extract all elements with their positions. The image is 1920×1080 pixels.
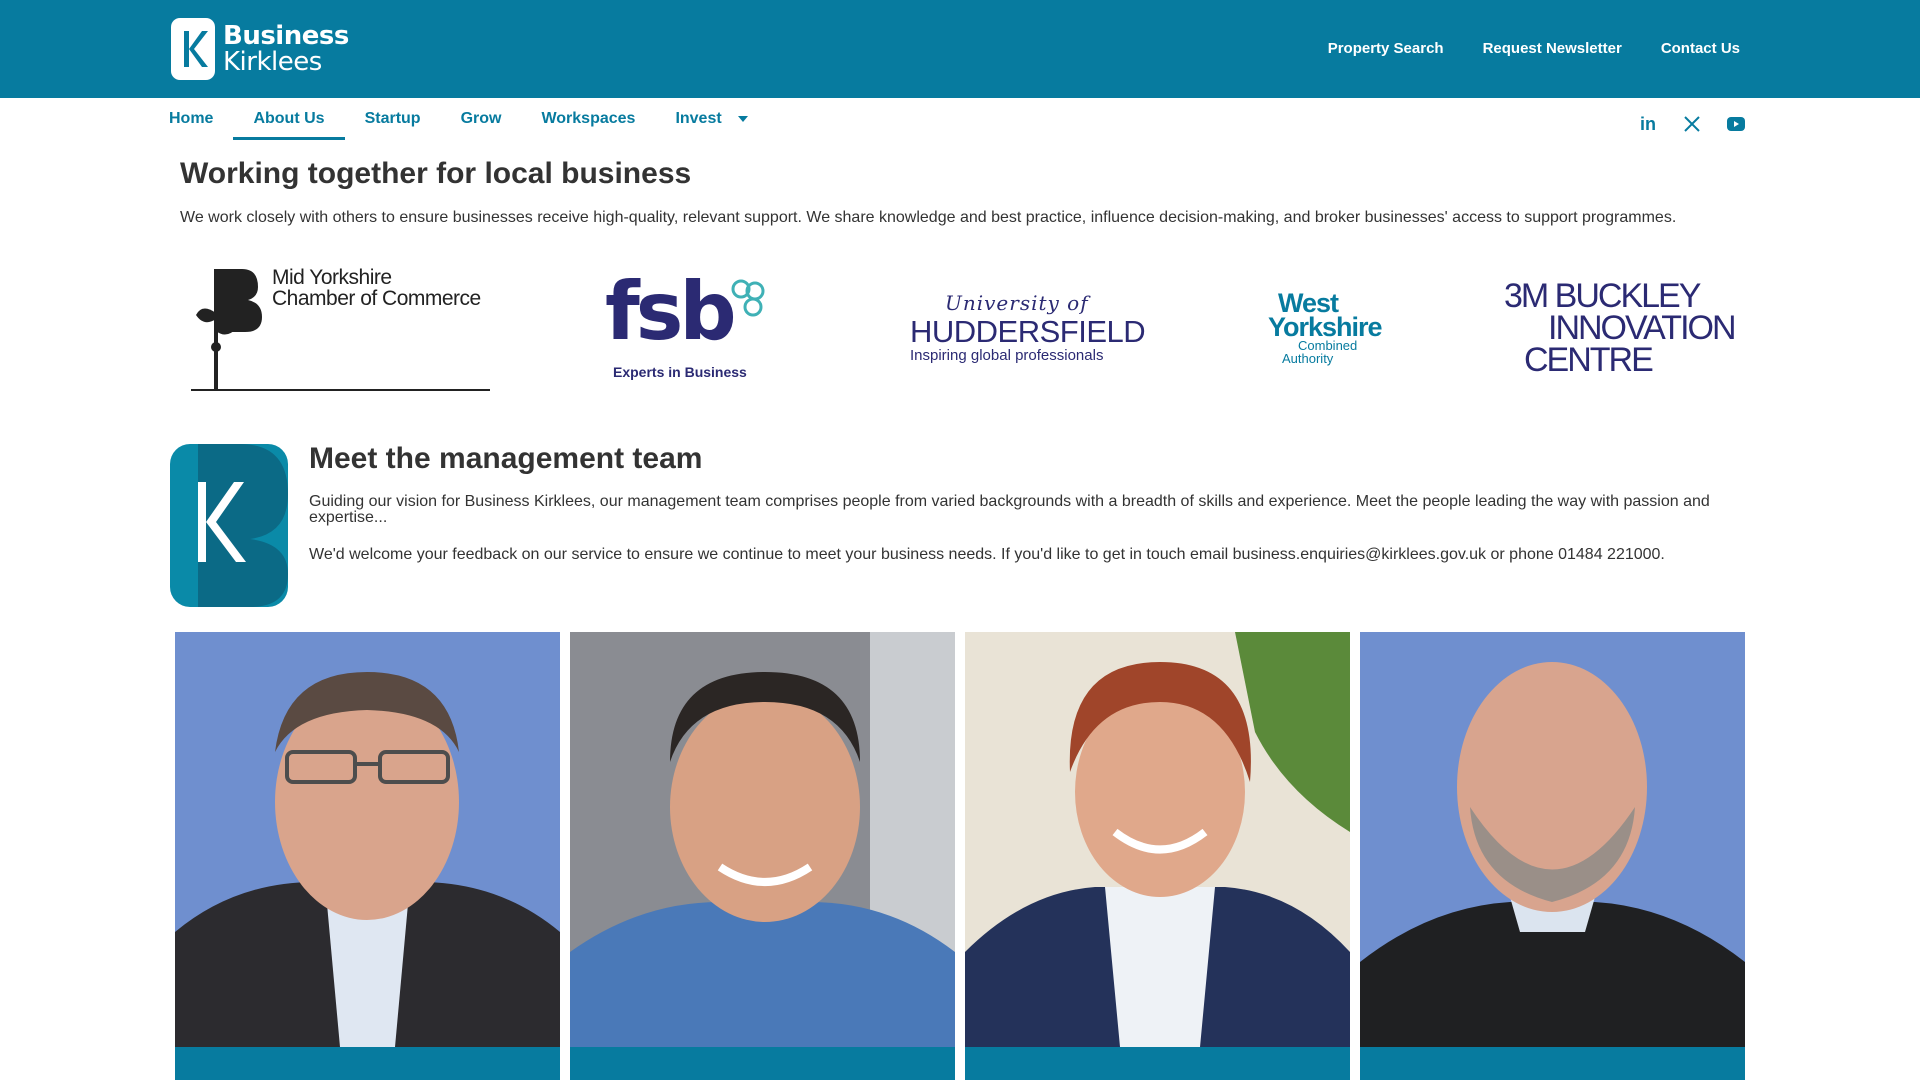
team-member-card[interactable] [965,632,1350,1080]
team-feedback-text: We'd welcome your feedback on our servic… [309,546,1665,563]
partners-heading: Working together for local business [180,157,692,190]
k-logo-icon [171,18,215,80]
team-photo-3 [965,632,1350,1047]
team-photo-grid [175,632,1745,1080]
nav-item-home[interactable]: Home [169,106,213,140]
top-header-bar: Business Kirklees Property Search Reques… [0,0,1920,98]
k-brand-graphic [170,444,288,607]
wy-line2: Yorkshire [1268,312,1383,342]
buckley-line1: 3M BUCKLEY [1504,277,1701,315]
team-member-card[interactable] [175,632,560,1080]
nav-item-about-us[interactable]: About Us [233,106,345,140]
partner-mid-yorkshire-logo[interactable]: Mid Yorkshire Chamber of Commerce [190,255,490,405]
team-member-card[interactable] [570,632,955,1080]
logo-line-1: Business [223,21,349,51]
team-card-band [175,1047,560,1080]
youtube-icon[interactable] [1727,115,1745,133]
team-card-band [570,1047,955,1080]
team-member-card[interactable] [1360,632,1745,1080]
partner-west-yorkshire-logo[interactable]: West Yorkshire Combined Authority [1268,255,1408,405]
team-heading: Meet the management team [309,442,703,475]
huddersfield-line2: HUDDERSFIELD [910,314,1146,349]
partners-intro-text: We work closely with others to ensure bu… [180,209,1677,226]
nav-item-grow[interactable]: Grow [461,106,502,140]
nav-item-invest-label: Invest [675,110,722,127]
partner-mid-yorkshire-line2: Chamber of Commerce [272,287,481,310]
buckley-line2: INNOVATION [1548,309,1737,347]
wy-line4: Authority [1282,351,1334,366]
huddersfield-tagline: Inspiring global professionals [910,347,1104,364]
logo-line-2: Kirklees [223,47,322,77]
request-newsletter-link[interactable]: Request Newsletter [1483,40,1622,57]
partner-mid-yorkshire-line1: Mid Yorkshire [272,266,392,289]
chevron-down-icon [737,116,748,122]
team-photo-4 [1360,632,1745,1047]
business-kirklees-logo[interactable]: Business Kirklees [171,18,349,80]
nav-item-workspaces[interactable]: Workspaces [541,106,635,140]
partner-fsb-logo[interactable]: fsb Experts in Business [605,255,785,405]
nav-item-startup[interactable]: Startup [365,106,421,140]
contact-us-link[interactable]: Contact Us [1661,40,1740,57]
property-search-link[interactable]: Property Search [1328,40,1444,57]
linkedin-icon[interactable]: in [1639,114,1657,134]
main-nav: Home About Us Startup Grow Workspaces In… [169,106,788,140]
partner-3m-buckley-logo[interactable]: 3M BUCKLEY INNOVATION CENTRE [1500,255,1740,405]
team-card-band [965,1047,1350,1080]
team-photo-1 [175,632,560,1047]
team-photo-2 [570,632,955,1047]
buckley-line3: CENTRE [1524,341,1654,379]
fsb-tagline: Experts in Business [613,364,747,380]
team-card-band [1360,1047,1745,1080]
partner-logos: Mid Yorkshire Chamber of Commerce fsb Ex… [180,255,1740,405]
huddersfield-line1: University of [945,291,1089,315]
x-twitter-icon[interactable] [1683,115,1701,133]
nav-item-invest[interactable]: Invest [675,106,748,140]
social-links: in [1639,114,1745,134]
team-intro-text: Guiding our vision for Business Kirklees… [309,493,1710,526]
partner-huddersfield-logo[interactable]: University of HUDDERSFIELD Inspiring glo… [910,255,1146,405]
fsb-logo-text: fsb [605,265,737,358]
